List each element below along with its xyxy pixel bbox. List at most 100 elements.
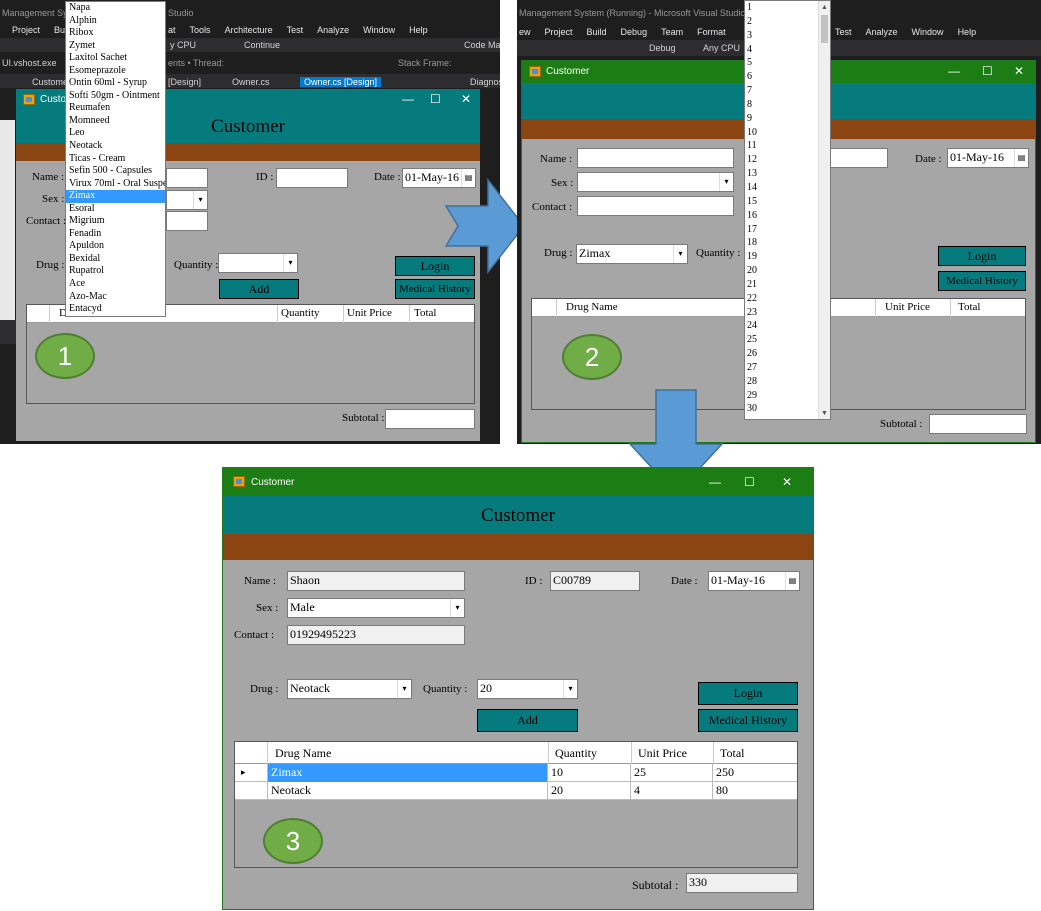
id-field[interactable] [276,168,348,188]
dropdown-item[interactable]: Napa [66,2,165,15]
dropdown-item[interactable]: Migrium [66,215,165,228]
col-drug-name[interactable]: Drug Name [275,746,331,761]
table-row[interactable]: Neotack 20 4 80 [235,782,797,800]
cell-total[interactable]: 80 [713,782,797,800]
dropdown-item[interactable]: Azo-Mac [66,291,165,304]
menu-view[interactable]: ew [519,27,531,37]
menu-window[interactable]: Window [912,27,944,37]
login-button[interactable]: Login [938,246,1026,266]
dropdown-arrow-icon[interactable]: ▾ [563,680,577,698]
contact-field[interactable]: 01929495223 [287,625,465,645]
dropdown-item[interactable]: Entacyd [66,303,165,316]
cell-drug[interactable]: Zimax [268,764,548,782]
tab-diagnos[interactable]: Diagnos [470,77,500,87]
quantity-dropdown-list[interactable]: 1 2 3 4 5 6 7 8 9 10 11 12 13 14 15 16 17 18 19 20 21 22 23 24 2… [744,0,831,420]
menu-project[interactable]: Project [12,25,40,35]
sex-combo[interactable]: Male ▾ [287,598,465,618]
col-total[interactable]: Total [720,746,745,761]
menu-help[interactable]: Help [958,27,977,37]
sex-combo[interactable]: ▾ [166,190,208,210]
date-picker[interactable]: 01-May-16 ▤ [947,148,1029,168]
dropdown-item[interactable]: Rupatrol [66,265,165,278]
drug-combo[interactable]: Neotack ▾ [287,679,412,699]
calendar-icon[interactable]: ▤ [1014,149,1028,167]
close-button[interactable]: ✕ [782,475,792,489]
menu-debug[interactable]: Debug [621,27,648,37]
dropdown-item[interactable]: Fenadin [66,228,165,241]
dropdown-item[interactable]: Neotack [66,140,165,153]
contact-field[interactable] [166,211,208,231]
col-quantity[interactable]: Quantity [555,746,597,761]
dropdown-item[interactable]: Virux 70ml - Oral Suspe [66,178,165,191]
menu-architecture[interactable]: Architecture [225,25,273,35]
cell-unit-price[interactable]: 25 [631,764,713,782]
maximize-button[interactable]: ☐ [744,475,755,489]
contact-field[interactable] [577,196,734,216]
close-button[interactable]: ✕ [1014,64,1024,78]
subtotal-field[interactable] [385,409,475,429]
medical-history-button[interactable]: Medical History [395,279,475,299]
dropdown-item[interactable]: Zimax [66,190,165,203]
vs-debug[interactable]: Debug [649,43,676,53]
name-field[interactable]: Shaon [287,571,465,591]
dropdown-item[interactable]: Apuldon [66,240,165,253]
vs-continue[interactable]: Continue [244,40,280,50]
vs-anycpu[interactable]: y CPU [170,40,196,50]
menu-help[interactable]: Help [409,25,428,35]
sex-combo[interactable]: ▾ [577,172,734,192]
col-drug-name[interactable]: Drug Name [566,301,618,313]
cell-quantity[interactable]: 10 [548,764,631,782]
menu-format[interactable]: at [168,25,176,35]
dropdown-item[interactable]: Laxitol Sachet [66,52,165,65]
cell-total[interactable]: 250 [713,764,797,782]
subtotal-field[interactable] [929,414,1027,434]
close-button[interactable]: ✕ [461,92,471,106]
dropdown-item[interactable]: Softi 50gm - Ointment [66,90,165,103]
dropdown-item[interactable]: Ace [66,278,165,291]
id-field[interactable]: C00789 [550,571,640,591]
scroll-thumb[interactable] [821,15,828,43]
col-total[interactable]: Total [958,301,980,313]
cell-unit-price[interactable]: 4 [631,782,713,800]
menu-team[interactable]: Team [661,27,683,37]
scroll-down-icon[interactable]: ▼ [819,407,830,419]
dropdown-item[interactable]: Reumafen [66,102,165,115]
dropdown-item[interactable]: Leo [66,127,165,140]
menu-test[interactable]: Test [835,27,852,37]
dropdown-item[interactable]: Ontin 60ml - Syrup [66,77,165,90]
dropdown-arrow-icon[interactable]: ▾ [397,680,411,698]
menu-analyze[interactable]: Analyze [317,25,349,35]
cell-quantity[interactable]: 20 [548,782,631,800]
tab-design[interactable]: [Design] [168,77,201,87]
maximize-button[interactable]: ☐ [982,64,993,78]
minimize-button[interactable]: — [402,92,414,106]
menu-test[interactable]: Test [287,25,304,35]
date-picker[interactable]: 01-May-16 ▤ [708,571,800,591]
dropdown-item[interactable]: Zymet [66,40,165,53]
medical-history-button[interactable]: Medical History [938,271,1026,291]
menu-build[interactable]: Build [587,27,607,37]
dropdown-arrow-icon[interactable]: ▾ [719,173,733,191]
add-button[interactable]: Add [219,279,299,299]
dropdown-item[interactable]: Bexidal [66,253,165,266]
name-field[interactable] [577,148,734,168]
dropdown-arrow-icon[interactable]: ▾ [673,245,687,263]
login-button[interactable]: Login [698,682,798,705]
dropdown-item[interactable]: Ticas - Cream [66,153,165,166]
menu-format[interactable]: Format [697,27,726,37]
menu-window[interactable]: Window [363,25,395,35]
dropdown-arrow-icon[interactable]: ▾ [193,191,207,209]
scrollbar[interactable]: ▲ ▼ [818,1,830,419]
calendar-icon[interactable]: ▤ [785,572,799,590]
col-total[interactable]: Total [414,307,436,319]
quantity-combo[interactable]: ▾ [218,253,298,273]
maximize-button[interactable]: ☐ [430,92,441,106]
dropdown-arrow-icon[interactable]: ▾ [283,254,297,272]
name-field[interactable] [166,168,208,188]
menu-tools[interactable]: Tools [190,25,211,35]
scroll-up-icon[interactable]: ▲ [819,1,830,13]
dropdown-item[interactable]: Esoral [66,203,165,216]
dropdown-item[interactable]: Ribox [66,27,165,40]
col-unit-price[interactable]: Unit Price [885,301,930,313]
minimize-button[interactable]: — [948,64,960,78]
